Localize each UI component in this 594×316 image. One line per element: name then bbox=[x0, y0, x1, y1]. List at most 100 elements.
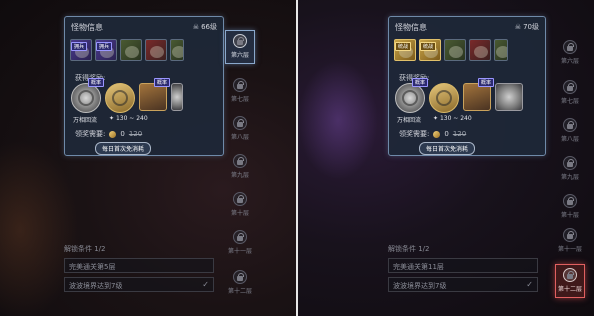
floor-label: 第六层 bbox=[230, 52, 249, 59]
claim-row: 领奖需要: 0 120 bbox=[399, 129, 466, 139]
unlock-condition: 波波境界达到7级 ✓ bbox=[388, 277, 538, 292]
floor-item[interactable]: 第十二层 bbox=[550, 264, 590, 298]
arrow-icon: ✦ bbox=[109, 115, 116, 122]
floor-item[interactable]: 第十二层 bbox=[220, 270, 260, 295]
skull-icon: ☠ bbox=[192, 23, 200, 31]
monster-portrait[interactable]: 拥兵 bbox=[70, 39, 92, 61]
unlock-title: 解锁条件 1/2 bbox=[388, 245, 430, 253]
floor-item[interactable]: 第九层 bbox=[550, 156, 590, 181]
monster-list: 拥兵 拥兵 bbox=[70, 39, 184, 61]
floor-item[interactable]: 第九层 bbox=[220, 154, 260, 179]
monster-portrait[interactable] bbox=[494, 39, 508, 61]
claim-label: 领奖需要: bbox=[75, 130, 106, 138]
reward-item-flame[interactable]: 概率 bbox=[139, 78, 170, 111]
lock-icon bbox=[233, 230, 247, 244]
reward-caption: 万相回流 bbox=[73, 117, 98, 124]
monster-portrait[interactable]: 统战 bbox=[394, 39, 416, 61]
right-panel: 怪物信息 ☠ 70级 统战 统战 获得奖励: 概率 bbox=[298, 0, 594, 316]
claim-old-value: 120 bbox=[452, 130, 467, 138]
left-panel: 怪物信息 ☠ 66级 拥兵 拥兵 获得奖励: 概率 bbox=[0, 0, 296, 316]
monster-portrait[interactable] bbox=[469, 39, 491, 61]
monster-info-card: 怪物信息 ☠ 70级 统战 统战 获得奖励: 概率 bbox=[388, 16, 546, 156]
floor-item[interactable]: 第七层 bbox=[220, 78, 260, 103]
lock-icon bbox=[563, 268, 577, 282]
probability-badge: 概率 bbox=[153, 78, 170, 87]
lock-icon bbox=[233, 116, 247, 130]
screen-root: 怪物信息 ☠ 66级 拥兵 拥兵 获得奖励: 概率 bbox=[0, 0, 594, 316]
lock-icon bbox=[563, 40, 577, 54]
claim-value: 0 bbox=[120, 130, 125, 138]
claim-old-value: 120 bbox=[128, 130, 143, 138]
monster-tag: 拥兵 bbox=[96, 42, 113, 51]
probability-badge: 概率 bbox=[87, 78, 104, 87]
probability-badge: 概率 bbox=[411, 78, 428, 87]
monster-portrait[interactable] bbox=[120, 39, 142, 61]
lock-icon bbox=[563, 156, 577, 170]
reward-item-orb[interactable] bbox=[495, 83, 523, 111]
monster-portrait[interactable] bbox=[444, 39, 466, 61]
floor-item[interactable]: 第十层 bbox=[220, 192, 260, 217]
unlock-condition: 波波境界达到7级 ✓ bbox=[64, 277, 214, 292]
monster-portrait[interactable] bbox=[170, 39, 184, 61]
probability-badge: 概率 bbox=[477, 78, 494, 87]
check-icon: ✓ bbox=[202, 280, 209, 289]
reward-item-swirl[interactable]: 概率 bbox=[71, 78, 104, 113]
lock-icon bbox=[233, 270, 247, 284]
lock-icon bbox=[233, 34, 247, 48]
monster-portrait[interactable] bbox=[145, 39, 167, 61]
unlock-condition: 完美通关第5层 bbox=[64, 258, 214, 273]
floor-ladder: 第六层 第七层 第八层 第九层 第十层 第十一层 第十二层 bbox=[220, 0, 260, 316]
reward-list: 概率 概率 bbox=[395, 78, 523, 113]
unlock-title: 解锁条件 1/2 bbox=[64, 245, 106, 253]
floor-item[interactable]: 第六层 bbox=[550, 40, 590, 65]
monster-info-card: 怪物信息 ☠ 66级 拥兵 拥兵 获得奖励: 概率 bbox=[64, 16, 224, 156]
reward-item-pig[interactable] bbox=[105, 83, 135, 113]
reward-item-orb[interactable] bbox=[171, 83, 183, 111]
monster-portrait[interactable]: 统战 bbox=[419, 39, 441, 61]
monster-tag: 统战 bbox=[395, 42, 412, 51]
skull-icon: ☠ bbox=[514, 23, 522, 31]
floor-item[interactable]: 第七层 bbox=[550, 80, 590, 105]
lock-icon bbox=[563, 80, 577, 94]
reward-list: 概率 概率 bbox=[71, 78, 183, 113]
lock-icon bbox=[233, 78, 247, 92]
check-icon: ✓ bbox=[526, 280, 533, 289]
coin-icon bbox=[109, 130, 117, 138]
floor-item[interactable]: 第十一层 bbox=[550, 228, 590, 253]
floor-item[interactable]: 第八层 bbox=[550, 118, 590, 143]
card-title: 怪物信息 bbox=[395, 23, 427, 32]
floor-item[interactable]: 第六层 bbox=[220, 30, 260, 64]
floor-item[interactable]: 第十层 bbox=[550, 194, 590, 219]
card-title: 怪物信息 bbox=[71, 23, 103, 32]
reward-item-swirl[interactable]: 概率 bbox=[395, 78, 428, 113]
monster-level: ☠ 70级 bbox=[515, 22, 539, 32]
monster-list: 统战 统战 bbox=[394, 39, 508, 61]
claim-row: 领奖需要: 0 120 bbox=[75, 129, 142, 139]
ambient-glow bbox=[298, 60, 378, 180]
reward-caption: 万相回流 bbox=[397, 117, 422, 124]
floor-item[interactable]: 第八层 bbox=[220, 116, 260, 141]
monster-level: ☠ 66级 bbox=[193, 22, 217, 32]
floor-item[interactable]: 第十一层 bbox=[220, 230, 260, 255]
coin-icon bbox=[433, 130, 441, 138]
level-text: 70级 bbox=[523, 23, 539, 31]
daily-free-button[interactable]: 每日首次免消耗 bbox=[419, 142, 476, 155]
lock-icon bbox=[233, 154, 247, 168]
lock-icon bbox=[563, 228, 577, 242]
reward-item-pig[interactable] bbox=[429, 83, 459, 113]
daily-free-button[interactable]: 每日首次免消耗 bbox=[95, 142, 152, 155]
monster-tag: 统战 bbox=[420, 42, 437, 51]
reward-range: ✦ 130 ~ 240 bbox=[109, 115, 148, 122]
floor-ladder: 第六层 第七层 第八层 第九层 第十层 第十一层 第十二层 bbox=[550, 0, 590, 316]
monster-portrait[interactable]: 拥兵 bbox=[95, 39, 117, 61]
level-text: 66级 bbox=[201, 23, 217, 31]
lock-icon bbox=[563, 194, 577, 208]
reward-item-flame[interactable]: 概率 bbox=[463, 78, 494, 111]
floor-label: 第十二层 bbox=[557, 286, 582, 293]
unlock-condition: 完美通关第11层 bbox=[388, 258, 538, 273]
reward-range: ✦ 130 ~ 240 bbox=[433, 115, 472, 122]
claim-value: 0 bbox=[444, 130, 449, 138]
claim-label: 领奖需要: bbox=[399, 130, 430, 138]
lock-icon bbox=[233, 192, 247, 206]
monster-tag: 拥兵 bbox=[71, 42, 88, 51]
